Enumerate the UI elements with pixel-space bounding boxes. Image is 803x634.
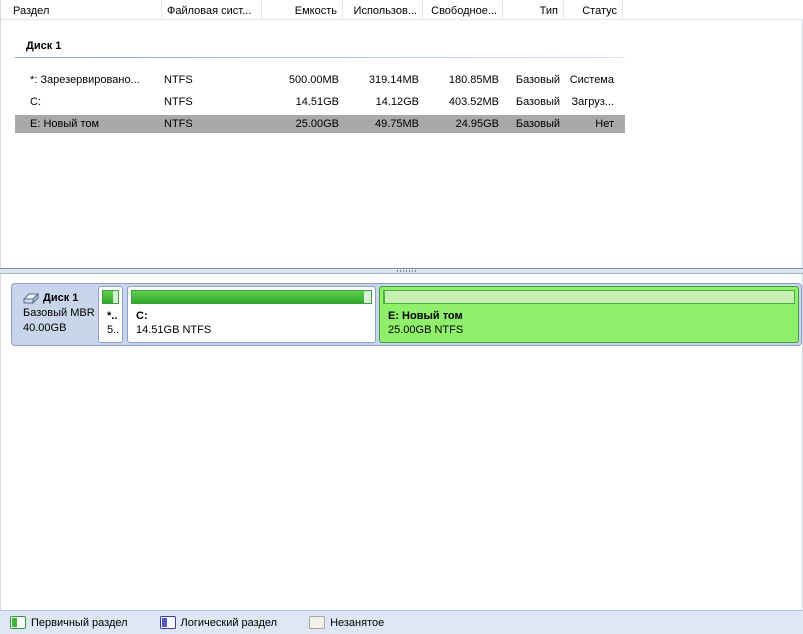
cell-status: Загруз... [571, 96, 614, 108]
cell-filesystem: NTFS [164, 74, 193, 86]
cell-filesystem: NTFS [164, 96, 193, 108]
table-row-selected[interactable]: E: Новый том NTFS 25.00GB 49.75MB 24.95G… [15, 115, 625, 133]
legend-label-unallocated: Незанятое [330, 616, 385, 629]
partition-text: E: Новый том 25.00GB NTFS [388, 309, 463, 337]
cell-capacity: 500.00MB [288, 74, 339, 86]
partition-text: C: 14.51GB NTFS [136, 309, 211, 337]
partition-label: C: [136, 310, 148, 322]
column-header-free[interactable]: Свободное... [423, 0, 503, 20]
cell-used: 49.75MB [374, 118, 419, 130]
disk-name-row: Диск 1 [23, 291, 99, 306]
logical-partition-swatch-icon [159, 616, 176, 629]
disk-group-divider [15, 57, 625, 58]
cell-filesystem: NTFS [164, 118, 193, 130]
cell-partition: E: Новый том [30, 118, 100, 130]
cell-type: Базовый [515, 96, 560, 108]
table-row[interactable]: *: Зарезервировано... NTFS 500.00MB 319.… [15, 71, 625, 89]
disk-info[interactable]: Диск 1 Базовый MBR 40.00GB [15, 288, 99, 342]
partition-info: 14.51GB NTFS [136, 324, 212, 336]
usage-bar [102, 290, 119, 304]
cell-type: Базовый [515, 74, 560, 86]
partition-block-c[interactable]: C: 14.51GB NTFS [127, 286, 376, 343]
legend-label-primary: Первичный раздел [31, 616, 128, 629]
legend-item-primary: Первичный раздел [10, 616, 128, 629]
column-header-partition[interactable]: Раздел [1, 0, 162, 20]
partition-text: *.. 5.. [107, 309, 119, 337]
table-row[interactable]: C: NTFS 14.51GB 14.12GB 403.52MB Базовый… [15, 93, 625, 111]
disk-bar[interactable]: Диск 1 Базовый MBR 40.00GB *.. 5.. C: 14… [11, 283, 802, 346]
primary-partition-swatch-icon [10, 616, 26, 629]
usage-bar [383, 290, 795, 304]
partition-block-e-selected[interactable]: E: Новый том 25.00GB NTFS [379, 286, 799, 343]
legend-item-logical: Логический раздел [159, 616, 278, 629]
partition-label: E: Новый том [388, 310, 463, 322]
cell-partition: C: [30, 96, 41, 108]
column-header-used[interactable]: Использов... [343, 0, 423, 20]
column-header-status[interactable]: Статус [564, 0, 623, 20]
cell-type: Базовый [515, 118, 560, 130]
splitter-grip-icon[interactable] [397, 270, 417, 272]
cell-status: Система [569, 74, 614, 86]
cell-partition: *: Зарезервировано... [30, 74, 140, 86]
usage-fill [132, 291, 364, 303]
hard-disk-icon [23, 292, 39, 304]
column-header-bar: Раздел Файловая сист... Емкость Использо… [1, 0, 803, 20]
usage-fill [103, 291, 113, 303]
cell-free: 180.85MB [448, 74, 499, 86]
cell-capacity: 25.00GB [295, 118, 339, 130]
cell-free: 24.95GB [455, 118, 499, 130]
column-header-filler [623, 0, 803, 20]
partition-info: 5.. [107, 324, 120, 336]
disk-map-pane: Диск 1 Базовый MBR 40.00GB *.. 5.. C: 14… [0, 274, 803, 610]
disk-name: Диск 1 [43, 292, 79, 304]
partition-label: *.. [107, 310, 118, 322]
disk-group-title: Диск 1 [26, 40, 62, 52]
column-header-filesystem[interactable]: Файловая сист... [162, 0, 262, 20]
cell-used: 319.14MB [368, 74, 419, 86]
partition-block-reserved[interactable]: *.. 5.. [98, 286, 123, 343]
column-header-capacity[interactable]: Емкость [262, 0, 343, 20]
disk-size: 40.00GB [23, 322, 67, 334]
usage-fill [384, 291, 385, 303]
cell-free: 403.52MB [448, 96, 499, 108]
cell-used: 14.12GB [375, 96, 419, 108]
legend-bar: Первичный раздел Логический раздел Незан… [0, 610, 803, 634]
cell-status: Нет [595, 118, 614, 130]
unallocated-swatch-icon [309, 616, 326, 629]
legend-label-logical: Логический раздел [180, 616, 278, 629]
partition-list-pane: Раздел Файловая сист... Емкость Использо… [0, 0, 803, 270]
partition-info: 25.00GB NTFS [388, 324, 464, 336]
usage-bar [131, 290, 372, 304]
disk-type: Базовый MBR [23, 307, 95, 319]
cell-capacity: 14.51GB [295, 96, 339, 108]
legend-item-unallocated: Незанятое [309, 616, 384, 629]
column-header-type[interactable]: Тип [503, 0, 564, 20]
